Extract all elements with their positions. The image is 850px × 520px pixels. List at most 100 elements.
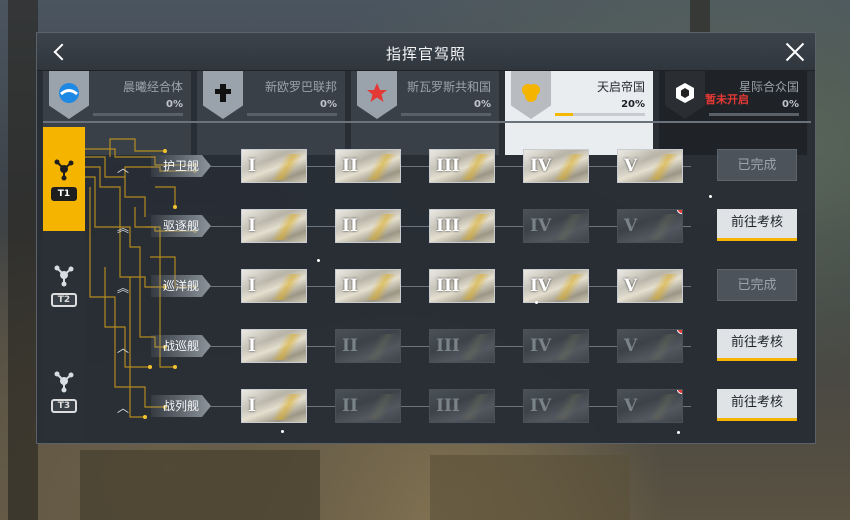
license-level-card[interactable]: III [429, 149, 495, 183]
faction-shield [49, 71, 89, 119]
rank-chevron-icon: ︽ [117, 281, 130, 295]
license-level-card[interactable]: V [617, 389, 683, 423]
faction-tab[interactable]: 星际合众国 0% 暂未开启 [659, 71, 808, 155]
license-level-card[interactable]: IV [523, 269, 589, 303]
license-level-card[interactable]: I [241, 329, 307, 363]
cross-emblem-icon [211, 81, 235, 105]
level-numeral: V [624, 156, 638, 176]
level-numeral: II [342, 396, 358, 416]
completed-button[interactable]: 已完成 [717, 149, 797, 181]
license-level-card[interactable]: V [617, 329, 683, 363]
faction-tab[interactable]: 斯瓦罗斯共和国 0% [351, 71, 500, 155]
license-level-card[interactable]: II [335, 329, 401, 363]
level-numeral: I [248, 396, 256, 416]
level-numeral: I [248, 216, 256, 236]
tier-badge: T1 [51, 187, 77, 201]
license-level-card[interactable]: III [429, 269, 495, 303]
license-level-card[interactable]: II [335, 149, 401, 183]
license-level-card[interactable]: IV [523, 209, 589, 243]
license-level-card[interactable]: III [429, 209, 495, 243]
faction-tab[interactable]: 新欧罗巴联邦 0% [197, 71, 346, 155]
level-numeral: II [342, 336, 358, 356]
ship-class-label: 战巡舰 [151, 335, 211, 357]
sparkle-decoration [317, 259, 320, 262]
background-rubble [430, 455, 630, 520]
level-numeral: V [624, 276, 638, 296]
level-numeral: V [624, 396, 638, 416]
ship-row: ︿ 战列舰 I II III IV V 前往考核 [37, 389, 817, 425]
license-level-card[interactable]: V [617, 209, 683, 243]
faction-tab[interactable]: 天启帝国 20% [505, 71, 654, 155]
license-level-card[interactable]: I [241, 389, 307, 423]
level-numeral: II [342, 156, 358, 176]
license-level-card[interactable]: I [241, 149, 307, 183]
license-level-card[interactable]: I [241, 269, 307, 303]
faction-name: 天启帝国 [596, 80, 645, 94]
faction-name: 新欧罗巴联邦 [264, 80, 337, 94]
level-numeral: III [436, 156, 460, 176]
notification-dot-icon [677, 390, 682, 394]
license-level-card[interactable]: IV [523, 389, 589, 423]
rank-chevron-icon: ︽ [117, 221, 130, 235]
notification-dot-icon [677, 330, 682, 334]
notification-dot-icon [677, 210, 682, 214]
faction-locked-label: 暂未开启 [705, 93, 749, 106]
faction-shield [665, 71, 705, 119]
close-icon[interactable] [781, 38, 809, 66]
license-level-card[interactable]: I [241, 209, 307, 243]
level-numeral: IV [530, 396, 552, 416]
star-emblem-icon [365, 81, 389, 105]
go-to-exam-button[interactable]: 前往考核 [717, 329, 797, 361]
ship-class-label: 巡洋舰 [151, 275, 211, 297]
faction-progress-bar [93, 113, 183, 116]
completed-button[interactable]: 已完成 [717, 269, 797, 301]
sparkle-decoration [677, 431, 680, 434]
faction-shield [357, 71, 397, 119]
faction-name: 斯瓦罗斯共和国 [406, 80, 491, 94]
level-numeral: IV [530, 276, 552, 296]
level-numeral: I [248, 276, 256, 296]
license-level-card[interactable]: II [335, 269, 401, 303]
faction-shield [203, 71, 243, 119]
license-level-card[interactable]: II [335, 209, 401, 243]
sparkle-decoration [709, 195, 712, 198]
level-numeral: V [624, 336, 638, 356]
license-level-card[interactable]: V [617, 149, 683, 183]
globe-emblem-icon [57, 81, 81, 105]
ship-row: ︽ 驱逐舰 I II III IV V 前往考核 [37, 209, 817, 245]
faction-progress-bar [401, 113, 491, 116]
title-bar: 指挥官驾照 [37, 33, 815, 71]
go-to-exam-button[interactable]: 前往考核 [717, 209, 797, 241]
go-to-exam-button[interactable]: 前往考核 [717, 389, 797, 421]
background-rubble [80, 450, 320, 520]
level-numeral: IV [530, 336, 552, 356]
faction-progress-fill [555, 113, 573, 116]
license-level-card[interactable]: IV [523, 149, 589, 183]
faction-progress-percent: 0% [474, 99, 491, 110]
license-level-card[interactable]: III [429, 389, 495, 423]
background-pillar [8, 0, 38, 520]
license-level-card[interactable]: II [335, 389, 401, 423]
level-numeral: I [248, 336, 256, 356]
level-numeral: III [436, 336, 460, 356]
sparkle-decoration [535, 301, 538, 304]
faction-shield [511, 71, 551, 119]
faction-progress-percent: 20% [621, 99, 645, 110]
rank-chevron-icon: ︿ [117, 161, 130, 175]
ship-class-label: 护卫舰 [151, 155, 211, 177]
license-level-card[interactable]: V [617, 269, 683, 303]
license-level-card[interactable]: III [429, 329, 495, 363]
faction-progress-percent: 0% [782, 99, 799, 110]
sparkle-decoration [281, 430, 284, 433]
ship-class-label: 驱逐舰 [151, 215, 211, 237]
ship-class-label: 战列舰 [151, 395, 211, 417]
license-level-card[interactable]: IV [523, 329, 589, 363]
commander-license-panel: 指挥官驾照 晨曦经合体 0% 新欧罗巴联邦 0% 斯瓦罗斯共和国 0% 天启帝国 20% 星际合… [36, 32, 816, 444]
level-numeral: V [624, 216, 638, 236]
rank-chevron-icon: ︿ [117, 401, 130, 415]
level-numeral: II [342, 276, 358, 296]
faction-progress-percent: 0% [166, 99, 183, 110]
ship-row: ︿ 战巡舰 I II III IV V 前往考核 [37, 329, 817, 365]
level-numeral: IV [530, 156, 552, 176]
level-numeral: II [342, 216, 358, 236]
